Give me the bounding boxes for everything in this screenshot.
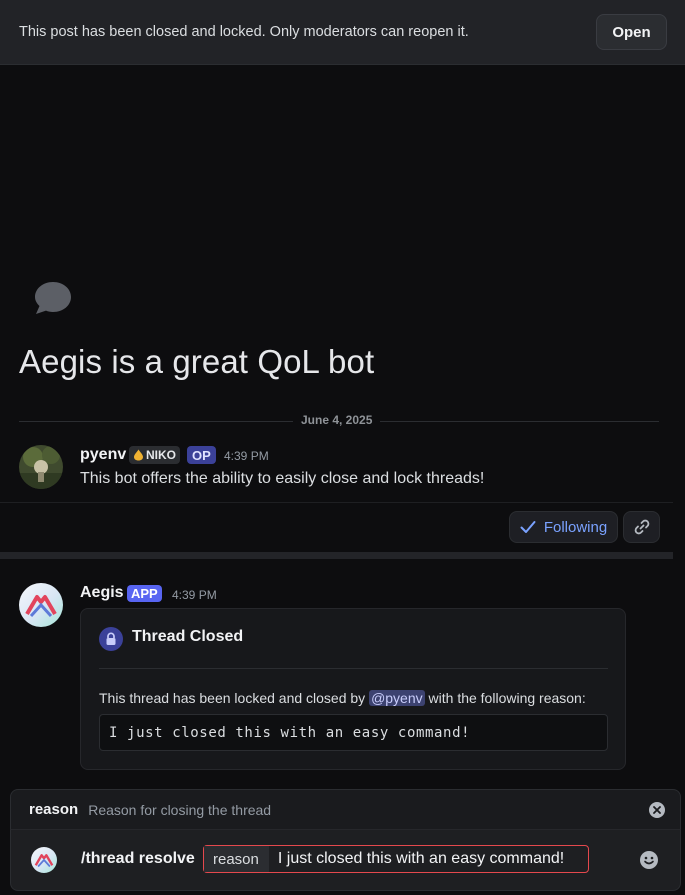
drop-icon (134, 449, 143, 461)
guild-tag[interactable]: NIKO (129, 446, 180, 464)
avatar[interactable] (19, 445, 63, 489)
app-icon (31, 847, 57, 873)
embed-card: Thread Closed This thread has been locke… (80, 608, 626, 770)
open-button[interactable]: Open (596, 14, 667, 50)
avatar-image (19, 445, 63, 489)
embed-divider (99, 668, 608, 669)
emoji-button[interactable] (639, 850, 659, 870)
code-block: I just closed this with an easy command! (99, 714, 608, 751)
embed-description: This thread has been locked and closed b… (99, 690, 586, 706)
message-text: This bot offers the ability to easily cl… (80, 470, 485, 487)
aegis-logo-icon (31, 847, 57, 873)
speech-bubble-icon (35, 282, 71, 314)
following-button[interactable]: Following (509, 511, 618, 543)
author-name[interactable]: pyenv (80, 446, 126, 464)
option-name: reason (29, 801, 79, 818)
option-field-value[interactable]: I just closed this with an easy command! (269, 850, 564, 868)
smiley-icon (640, 851, 658, 869)
author-name[interactable]: Aegis (80, 584, 124, 602)
timestamp: 4:39 PM (224, 449, 269, 463)
avatar[interactable] (19, 583, 63, 627)
app-badge: APP (127, 585, 162, 602)
option-description: Reason for closing the thread (88, 801, 272, 818)
user-mention[interactable]: @pyenv (369, 690, 425, 706)
aegis-logo-icon (19, 583, 63, 627)
command-option-hint: reason Reason for closing the thread (10, 789, 681, 829)
slash-command-name: /thread resolve (81, 850, 195, 867)
check-icon (520, 521, 536, 533)
option-field-label: reason (204, 846, 269, 872)
guild-tag-label: NIKO (146, 448, 176, 462)
embed-desc-prefix: This thread has been locked and closed b… (99, 690, 366, 706)
locked-banner: This post has been closed and locked. On… (0, 0, 685, 65)
following-label: Following (543, 518, 608, 536)
close-icon[interactable] (649, 802, 665, 818)
message-input[interactable]: /thread resolve reason I just closed thi… (10, 829, 681, 891)
embed-title: Thread Closed (132, 628, 244, 645)
copy-link-button[interactable] (623, 511, 660, 543)
link-icon (634, 519, 649, 535)
date-label: June 4, 2025 (293, 413, 381, 427)
lock-icon (99, 627, 123, 651)
embed-desc-suffix: with the following reason: (428, 690, 586, 706)
thread-title: Aegis is a great QoL bot (19, 343, 375, 380)
locked-banner-text: This post has been closed and locked. On… (19, 24, 469, 40)
section-divider (0, 552, 673, 559)
command-option-field[interactable]: reason I just closed this with an easy c… (203, 845, 589, 873)
post-separator (0, 502, 673, 503)
timestamp: 4:39 PM (172, 588, 217, 602)
op-badge: OP (187, 446, 216, 464)
